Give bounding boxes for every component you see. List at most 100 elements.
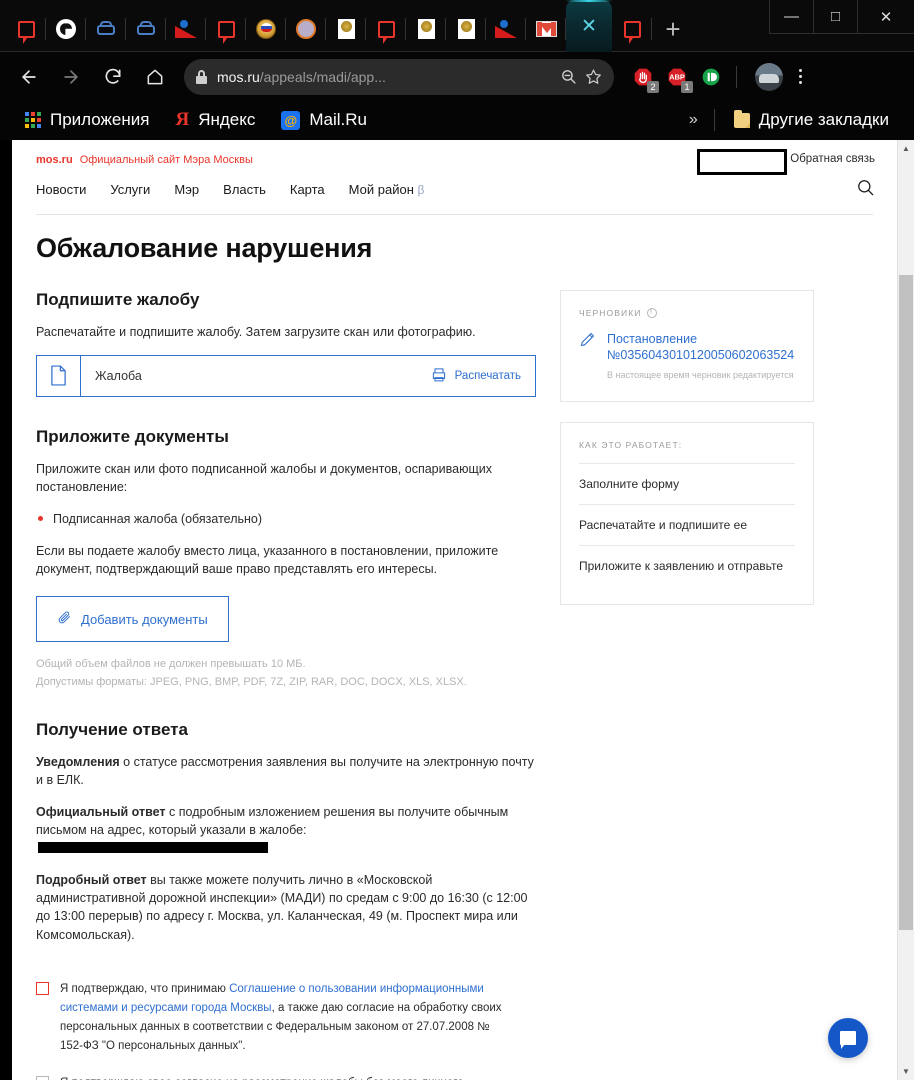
- add-documents-label: Добавить документы: [81, 611, 208, 627]
- bookmarks-overflow-button[interactable]: »: [679, 111, 708, 129]
- site-navigation: Новости Услуги Мэр Власть Карта Мой райо…: [12, 166, 897, 214]
- forward-button[interactable]: [52, 58, 90, 96]
- toolbar-divider: [736, 65, 737, 88]
- minimize-button[interactable]: —: [770, 0, 814, 33]
- add-documents-button[interactable]: Добавить документы: [36, 596, 229, 643]
- chat-bubble-icon: [840, 1031, 856, 1049]
- browser-tab[interactable]: [246, 6, 286, 52]
- browser-tab[interactable]: [486, 6, 526, 52]
- chat-support-button[interactable]: [828, 1018, 868, 1058]
- how-step-2: Распечатайте и подпишите ее: [579, 503, 795, 545]
- back-button[interactable]: [10, 58, 48, 96]
- scroll-down-arrow[interactable]: ▼: [898, 1063, 914, 1080]
- other-bookmarks-folder[interactable]: Другие закладки: [721, 105, 902, 135]
- draft-status-note: В настоящее время черновик редактируется: [607, 370, 794, 381]
- browser-toolbar: mos.ru/appeals/madi/app... 2 ABP 1: [0, 52, 914, 102]
- police-emblem-icon: [256, 19, 276, 40]
- new-tab-button[interactable]: +: [652, 6, 694, 52]
- search-icon[interactable]: [856, 178, 875, 202]
- nav-item-mayor[interactable]: Мэр: [174, 182, 199, 197]
- draft-number-link[interactable]: №0356043010120050602063524: [607, 347, 794, 364]
- bookmarks-divider: [713, 109, 715, 132]
- mail-swallow-icon: [495, 20, 517, 39]
- profile-avatar[interactable]: [755, 62, 783, 91]
- browser-tab[interactable]: [206, 6, 246, 52]
- drafts-panel: Черновики ! Постановление №0356043010120…: [560, 289, 814, 402]
- extension-abp-icon[interactable]: ABP 1: [662, 60, 693, 94]
- browser-tab[interactable]: [166, 6, 206, 52]
- complaint-file-name: Жалоба: [95, 368, 142, 383]
- car-icon: [135, 21, 157, 37]
- browser-tab[interactable]: [612, 6, 652, 52]
- address-bar[interactable]: mos.ru/appeals/madi/app...: [184, 58, 614, 95]
- main-content: Подпишите жалобу Распечатайте и подпишит…: [12, 264, 897, 958]
- drafts-caption: Черновики !: [579, 307, 795, 318]
- consent-row-terms[interactable]: Я подтверждаю, что принимаю Соглашение о…: [36, 980, 873, 1056]
- sign-section-description: Распечатайте и подпишите жалобу. Затем з…: [36, 324, 476, 339]
- sign-section-heading: Подпишите жалобу: [36, 289, 200, 309]
- browser-tab[interactable]: [86, 6, 126, 52]
- home-button[interactable]: [136, 58, 174, 96]
- consent-text-terms: Я подтверждаю, что принимаю Соглашение о…: [60, 982, 502, 1052]
- consent-checkbox-terms[interactable]: [36, 981, 49, 995]
- mailru-icon: @: [281, 110, 301, 130]
- browser-tab[interactable]: [6, 6, 46, 52]
- complaint-file-row[interactable]: Жалоба Распечатать: [36, 354, 536, 397]
- how-step-3: Приложите к заявлению и отправьте: [579, 544, 795, 586]
- page-title: Обжалование нарушения: [36, 232, 373, 263]
- bookmark-label: Приложения: [50, 110, 150, 130]
- nav-item-news[interactable]: Новости: [36, 182, 86, 197]
- how-step-1: Заполните форму: [579, 462, 795, 504]
- scroll-up-arrow[interactable]: ▲: [898, 140, 914, 157]
- extension-badge: 1: [681, 80, 693, 93]
- bookmark-label: Mail.Ru: [309, 110, 367, 130]
- bookmark-mailru[interactable]: @ Mail.Ru: [268, 105, 380, 135]
- nav-item-map[interactable]: Карта: [290, 182, 325, 197]
- browser-tab[interactable]: [286, 6, 326, 52]
- bookmark-apps[interactable]: Приложения: [12, 105, 162, 135]
- info-icon[interactable]: !: [646, 307, 657, 318]
- site-logo[interactable]: mos.ru: [36, 154, 73, 166]
- consent-checkbox-absence[interactable]: [36, 1075, 49, 1080]
- feedback-link[interactable]: Обратная связь: [790, 153, 875, 165]
- nav-item-my-district[interactable]: Мой район β: [349, 182, 425, 197]
- folder-icon: [733, 109, 750, 128]
- browser-tab[interactable]: [46, 6, 86, 52]
- extension-pushbullet-icon[interactable]: [696, 60, 726, 94]
- close-button[interactable]: ✕: [858, 0, 914, 33]
- maximize-button[interactable]: □: [814, 0, 858, 33]
- paperclip-icon: [57, 610, 72, 628]
- browser-tab-active[interactable]: ✕: [565, 0, 613, 53]
- other-bookmarks-label: Другие закладки: [758, 110, 889, 130]
- coat-of-arms-icon: [457, 19, 475, 40]
- site-top-bar: mos.ru Официальный сайт Мэра Москвы Обра…: [12, 140, 897, 175]
- extension-adblock-hand-icon[interactable]: 2: [628, 60, 659, 94]
- answer-section-heading: Получение ответа: [36, 719, 188, 739]
- bookmark-yandex[interactable]: Я Яндекс: [162, 105, 268, 135]
- nav-item-government[interactable]: Власть: [223, 182, 266, 197]
- print-button[interactable]: Распечатать: [431, 356, 535, 396]
- consent-text-absence: Я подтверждаю свое согласие на рассмотре…: [60, 1074, 512, 1080]
- x-icon: ✕: [581, 15, 597, 37]
- browser-tab[interactable]: [526, 6, 566, 52]
- car-icon: [95, 21, 117, 37]
- browser-tab[interactable]: [126, 6, 166, 52]
- draft-item[interactable]: Постановление №0356043010120050602063524…: [579, 331, 795, 383]
- browser-tab[interactable]: [366, 6, 406, 52]
- coat-of-arms-icon: [417, 19, 435, 40]
- draft-title-link[interactable]: Постановление: [607, 331, 794, 348]
- attach-section-heading: Приложите документы: [36, 426, 229, 446]
- page-scrollbar[interactable]: ▲ ▼: [897, 139, 914, 1080]
- nav-item-services[interactable]: Услуги: [110, 182, 150, 197]
- browser-tab[interactable]: [446, 6, 486, 52]
- scrollbar-thumb[interactable]: [899, 274, 913, 930]
- browser-tab[interactable]: [326, 6, 366, 52]
- proxy-note: Если вы подаете жалобу вместо лица, указ…: [36, 544, 499, 577]
- form-column: Подпишите жалобу Распечатайте и подпишит…: [36, 290, 536, 958]
- reload-button[interactable]: [94, 58, 132, 96]
- consent-row-absence[interactable]: Я подтверждаю свое согласие на рассмотре…: [36, 1074, 873, 1080]
- bookmark-star-icon[interactable]: [585, 68, 602, 85]
- zoom-out-icon[interactable]: [560, 68, 577, 85]
- chrome-menu-button[interactable]: [787, 60, 813, 94]
- browser-tab[interactable]: [406, 6, 446, 52]
